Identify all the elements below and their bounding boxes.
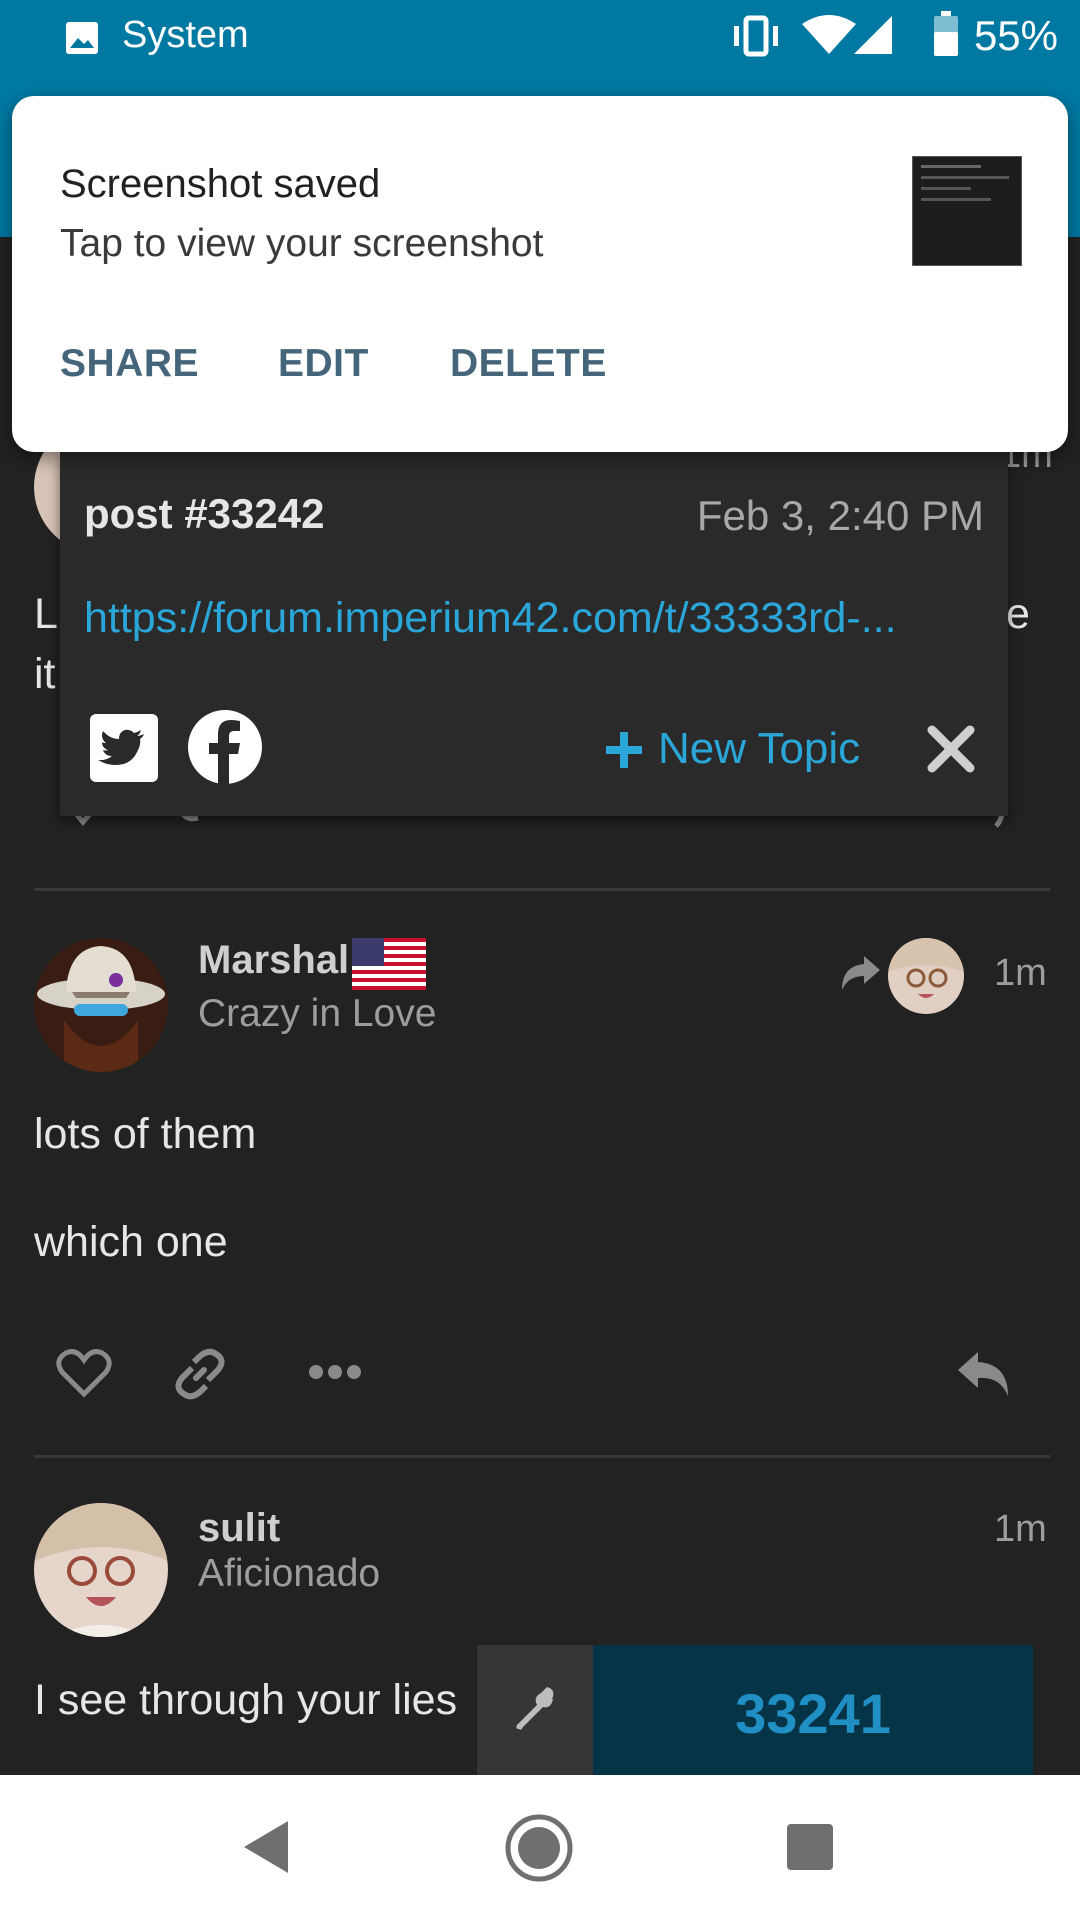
us-flag-icon (352, 938, 426, 990)
back-icon[interactable] (242, 1819, 292, 1875)
post-divider (34, 888, 1050, 891)
delete-button[interactable]: DELETE (450, 342, 607, 386)
facebook-icon[interactable] (186, 708, 264, 786)
post-text-fragment: e (1006, 590, 1030, 638)
admin-tools-button[interactable] (477, 1645, 593, 1775)
post-time: 1m (994, 1508, 1047, 1550)
new-topic-button[interactable]: New Topic (658, 724, 860, 774)
post-body-line: I see through your lies (34, 1676, 458, 1724)
share-button[interactable]: SHARE (60, 342, 199, 386)
post-counter-badge[interactable]: 33241 (593, 1645, 1033, 1775)
username[interactable]: Marshal (198, 938, 349, 983)
battery-icon (934, 11, 958, 56)
post-divider (34, 1455, 1050, 1458)
share-post-date: Feb 3, 2:40 PM (696, 492, 984, 539)
twitter-icon[interactable] (88, 712, 160, 784)
plus-icon (606, 732, 642, 768)
post-body-line: which one (34, 1218, 228, 1266)
post-counter: 33241 (735, 1682, 891, 1745)
topic-progress-bar: 33241 (477, 1645, 1070, 1775)
notification-text[interactable]: Tap to view your screenshot (60, 222, 543, 266)
image-icon (66, 22, 98, 54)
share-popup: post #33242 Feb 3, 2:40 PM https://forum… (60, 452, 1008, 816)
cell-signal-icon (854, 16, 892, 54)
post-body-line: lots of them (34, 1110, 257, 1158)
reply-to-avatar[interactable] (888, 938, 964, 1014)
copy-link-icon[interactable] (172, 1346, 228, 1402)
more-options-icon[interactable] (308, 1362, 362, 1382)
screenshot-thumbnail[interactable] (912, 156, 1022, 266)
edit-button[interactable]: EDIT (278, 342, 369, 386)
wifi-icon (802, 15, 856, 54)
avatar[interactable] (34, 1503, 168, 1637)
status-app-label: System (122, 14, 249, 56)
share-link[interactable]: https://forum.imperium42.com/t/33333rd-.… (84, 594, 964, 643)
home-icon[interactable] (504, 1813, 574, 1883)
reply-to-icon (842, 956, 880, 990)
avatar[interactable] (34, 938, 168, 1072)
recents-icon[interactable] (784, 1821, 836, 1873)
battery-percentage: 55% (973, 12, 1058, 59)
wrench-icon (516, 1687, 554, 1730)
user-title: Crazy in Love (198, 992, 437, 1035)
system-navigation-bar (0, 1775, 1080, 1920)
vibrate-icon (734, 15, 778, 57)
post-time: 1m (994, 952, 1047, 994)
post-text-fragment: it (34, 650, 56, 698)
post-text-fragment: L (34, 590, 58, 638)
close-icon[interactable] (926, 724, 976, 774)
share-post-number: post #33242 (84, 490, 325, 537)
user-title: Aficionado (198, 1552, 381, 1595)
like-icon[interactable] (56, 1348, 112, 1398)
notification-title: Screenshot saved (60, 162, 381, 206)
screenshot-notification[interactable]: Screenshot saved Tap to view your screen… (12, 96, 1068, 452)
username[interactable]: sulit (198, 1506, 280, 1551)
reply-icon[interactable] (956, 1350, 1012, 1398)
